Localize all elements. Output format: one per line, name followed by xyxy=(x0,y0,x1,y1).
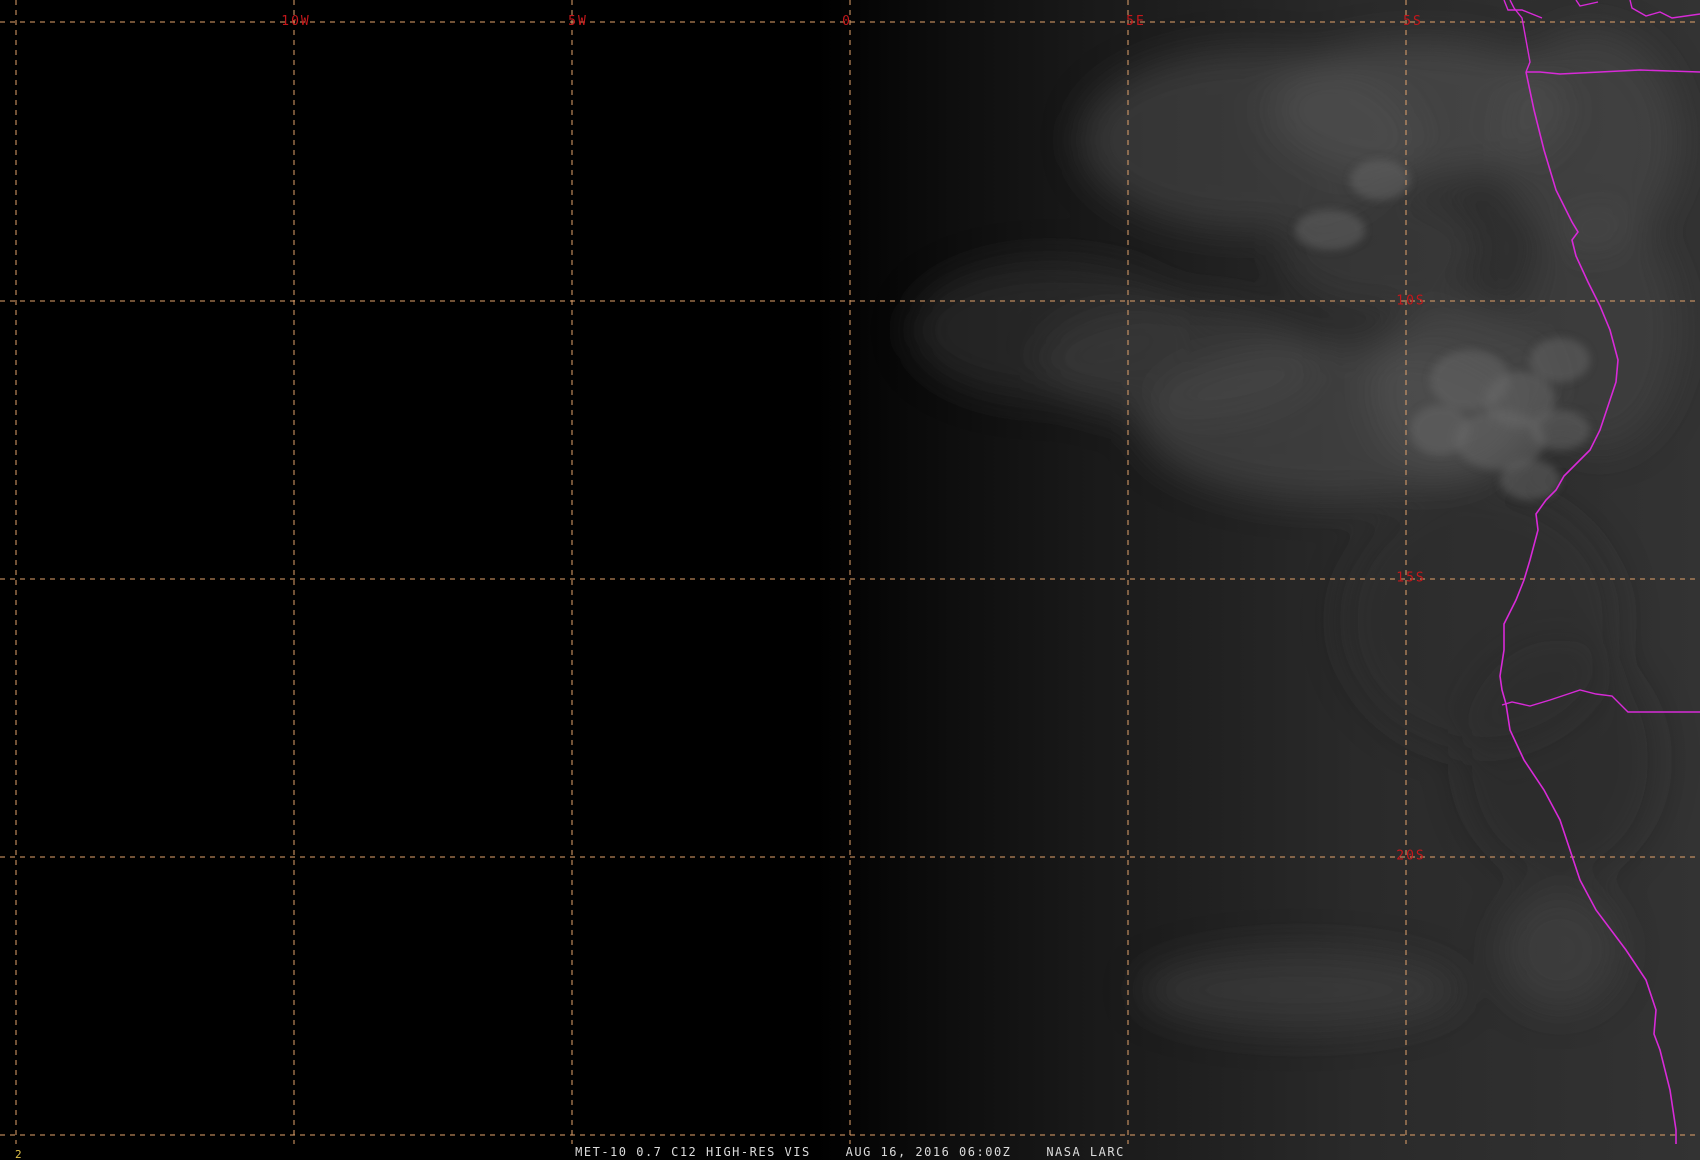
cloud-patch-8 xyxy=(1280,190,1480,310)
lon-label-5e: 5E xyxy=(1126,14,1146,29)
cumulus-cell-4 xyxy=(1410,405,1470,455)
product-name: MET-10 0.7 C12 HIGH-RES VIS xyxy=(575,1145,811,1159)
cloud-patch-12 xyxy=(1460,640,1660,880)
cloud-patch-9 xyxy=(1140,950,1460,1030)
lat-label-20s: 20S xyxy=(1396,848,1426,864)
data-source: NASA LARC xyxy=(1046,1145,1125,1159)
cumulus-cell-5 xyxy=(1295,210,1365,250)
lat-label-15s: 15S xyxy=(1396,570,1426,586)
lat-label-5s: 5S xyxy=(1403,14,1423,29)
cumulus-cell-3 xyxy=(1530,338,1590,382)
cloud-patch-10 xyxy=(1500,890,1620,1010)
image-caption: MET-10 0.7 C12 HIGH-RES VIS AUG 16, 2016… xyxy=(0,1144,1700,1160)
cumulus-cell-6 xyxy=(1350,160,1410,200)
lat-label-10s: 10S xyxy=(1396,293,1426,309)
cumulus-cell-7 xyxy=(1530,410,1590,450)
lon-label-5w: 5W xyxy=(568,14,588,29)
satellite-imagery xyxy=(0,0,1700,1160)
satellite-image-viewer: 10W 5W 0 5E 5S 10S 15S 20S 2 MET-10 0.7 … xyxy=(0,0,1700,1160)
image-timestamp: AUG 16, 2016 06:00Z xyxy=(845,1145,1012,1159)
lon-label-0: 0 xyxy=(842,14,852,29)
lon-label-10w: 10W xyxy=(281,14,311,29)
cloud-patch-7 xyxy=(910,260,1190,400)
